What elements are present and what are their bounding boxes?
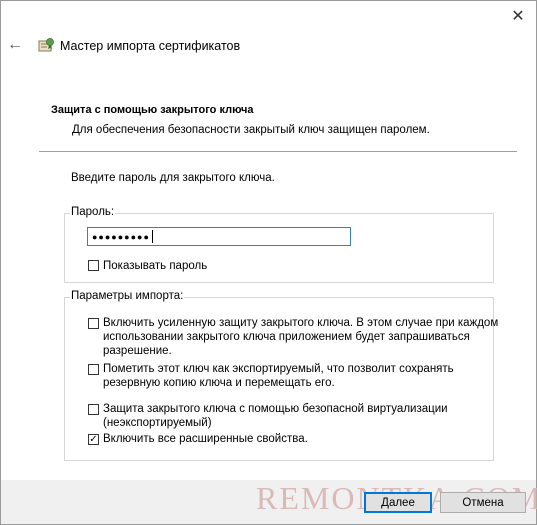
password-masked-value: ●●●●●●●●● (92, 231, 150, 242)
certificate-wizard-icon (38, 38, 54, 52)
section-heading: Защита с помощью закрытого ключа (51, 104, 254, 116)
show-password-checkbox[interactable] (88, 260, 99, 271)
import-options-legend: Параметры импорта: (70, 290, 185, 302)
virtualization-label: Защита закрытого ключа с помощью безопас… (103, 403, 448, 429)
password-legend: Пароль: (70, 206, 116, 218)
exportable-checkbox[interactable] (88, 364, 99, 375)
strong-protection-checkbox[interactable] (88, 318, 99, 329)
cancel-button[interactable]: Отмена (440, 492, 526, 513)
extended-properties-checkbox[interactable]: ✓ (88, 434, 99, 445)
strong-protection-label: Включить усиленную защиту закрытого ключ… (103, 317, 499, 357)
back-arrow-icon[interactable]: ← (4, 34, 26, 56)
virtualization-checkbox[interactable] (88, 404, 99, 415)
next-button[interactable]: Далее (364, 492, 432, 513)
header-divider (39, 151, 517, 152)
exportable-label: Пометить этот ключ как экспортируемый, ч… (103, 363, 454, 389)
section-description: Для обеспечения безопасности закрытый кл… (72, 124, 430, 136)
password-input[interactable]: ●●●●●●●●● (87, 227, 351, 246)
text-caret (151, 230, 153, 243)
extended-properties-label: Включить все расширенные свойства. (103, 433, 308, 445)
checkmark-icon: ✓ (89, 433, 98, 445)
show-password-label: Показывать пароль (103, 260, 208, 272)
close-icon[interactable]: ✕ (505, 4, 531, 28)
password-prompt: Введите пароль для закрытого ключа. (71, 172, 275, 184)
window-title: Мастер импорта сертификатов (60, 39, 241, 53)
